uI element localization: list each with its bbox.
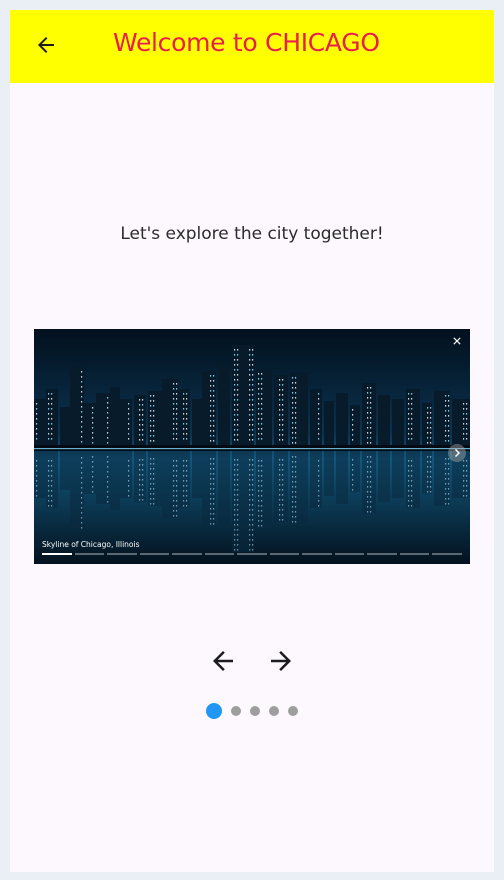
progress-segment xyxy=(302,553,332,555)
progress-segment xyxy=(74,553,105,555)
progress-segment xyxy=(237,553,267,555)
page-dot[interactable] xyxy=(288,706,298,716)
close-icon xyxy=(453,337,461,345)
photo-caption: Skyline of Chicago, Illinois xyxy=(42,540,140,549)
page-dot[interactable] xyxy=(231,706,241,716)
city-photo[interactable]: Skyline of Chicago, Illinois xyxy=(34,329,470,564)
progress-segment xyxy=(399,553,430,555)
subtitle-text: Let's explore the city together! xyxy=(120,224,384,244)
page-dot[interactable] xyxy=(250,706,260,716)
progress-segment xyxy=(334,553,365,555)
chevron-right-icon xyxy=(454,448,461,458)
arrow-right-icon xyxy=(271,651,291,671)
next-photo-button[interactable] xyxy=(448,444,466,462)
arrow-left-icon xyxy=(38,37,54,53)
progress-segment xyxy=(107,553,137,555)
progress-segment xyxy=(367,553,397,555)
app-screen: Welcome to CHICAGO Let's explore the cit… xyxy=(10,10,494,872)
page-title: Welcome to CHICAGO xyxy=(113,28,380,57)
progress-segment xyxy=(204,553,235,555)
next-button[interactable] xyxy=(266,646,296,676)
slide-progress xyxy=(42,553,462,555)
arrow-left-icon xyxy=(213,651,233,671)
progress-segment xyxy=(42,553,72,555)
progress-segment xyxy=(139,553,170,555)
page-indicator xyxy=(10,702,494,720)
app-bar: Welcome to CHICAGO xyxy=(10,10,494,83)
skyline-image xyxy=(34,329,470,564)
progress-segment xyxy=(432,553,462,555)
close-photo-button[interactable] xyxy=(452,336,462,346)
back-button[interactable] xyxy=(28,27,64,63)
progress-segment xyxy=(269,553,300,555)
previous-button[interactable] xyxy=(208,646,238,676)
page-dot[interactable] xyxy=(269,706,279,716)
progress-segment xyxy=(172,553,202,555)
page-dot[interactable] xyxy=(206,703,222,719)
